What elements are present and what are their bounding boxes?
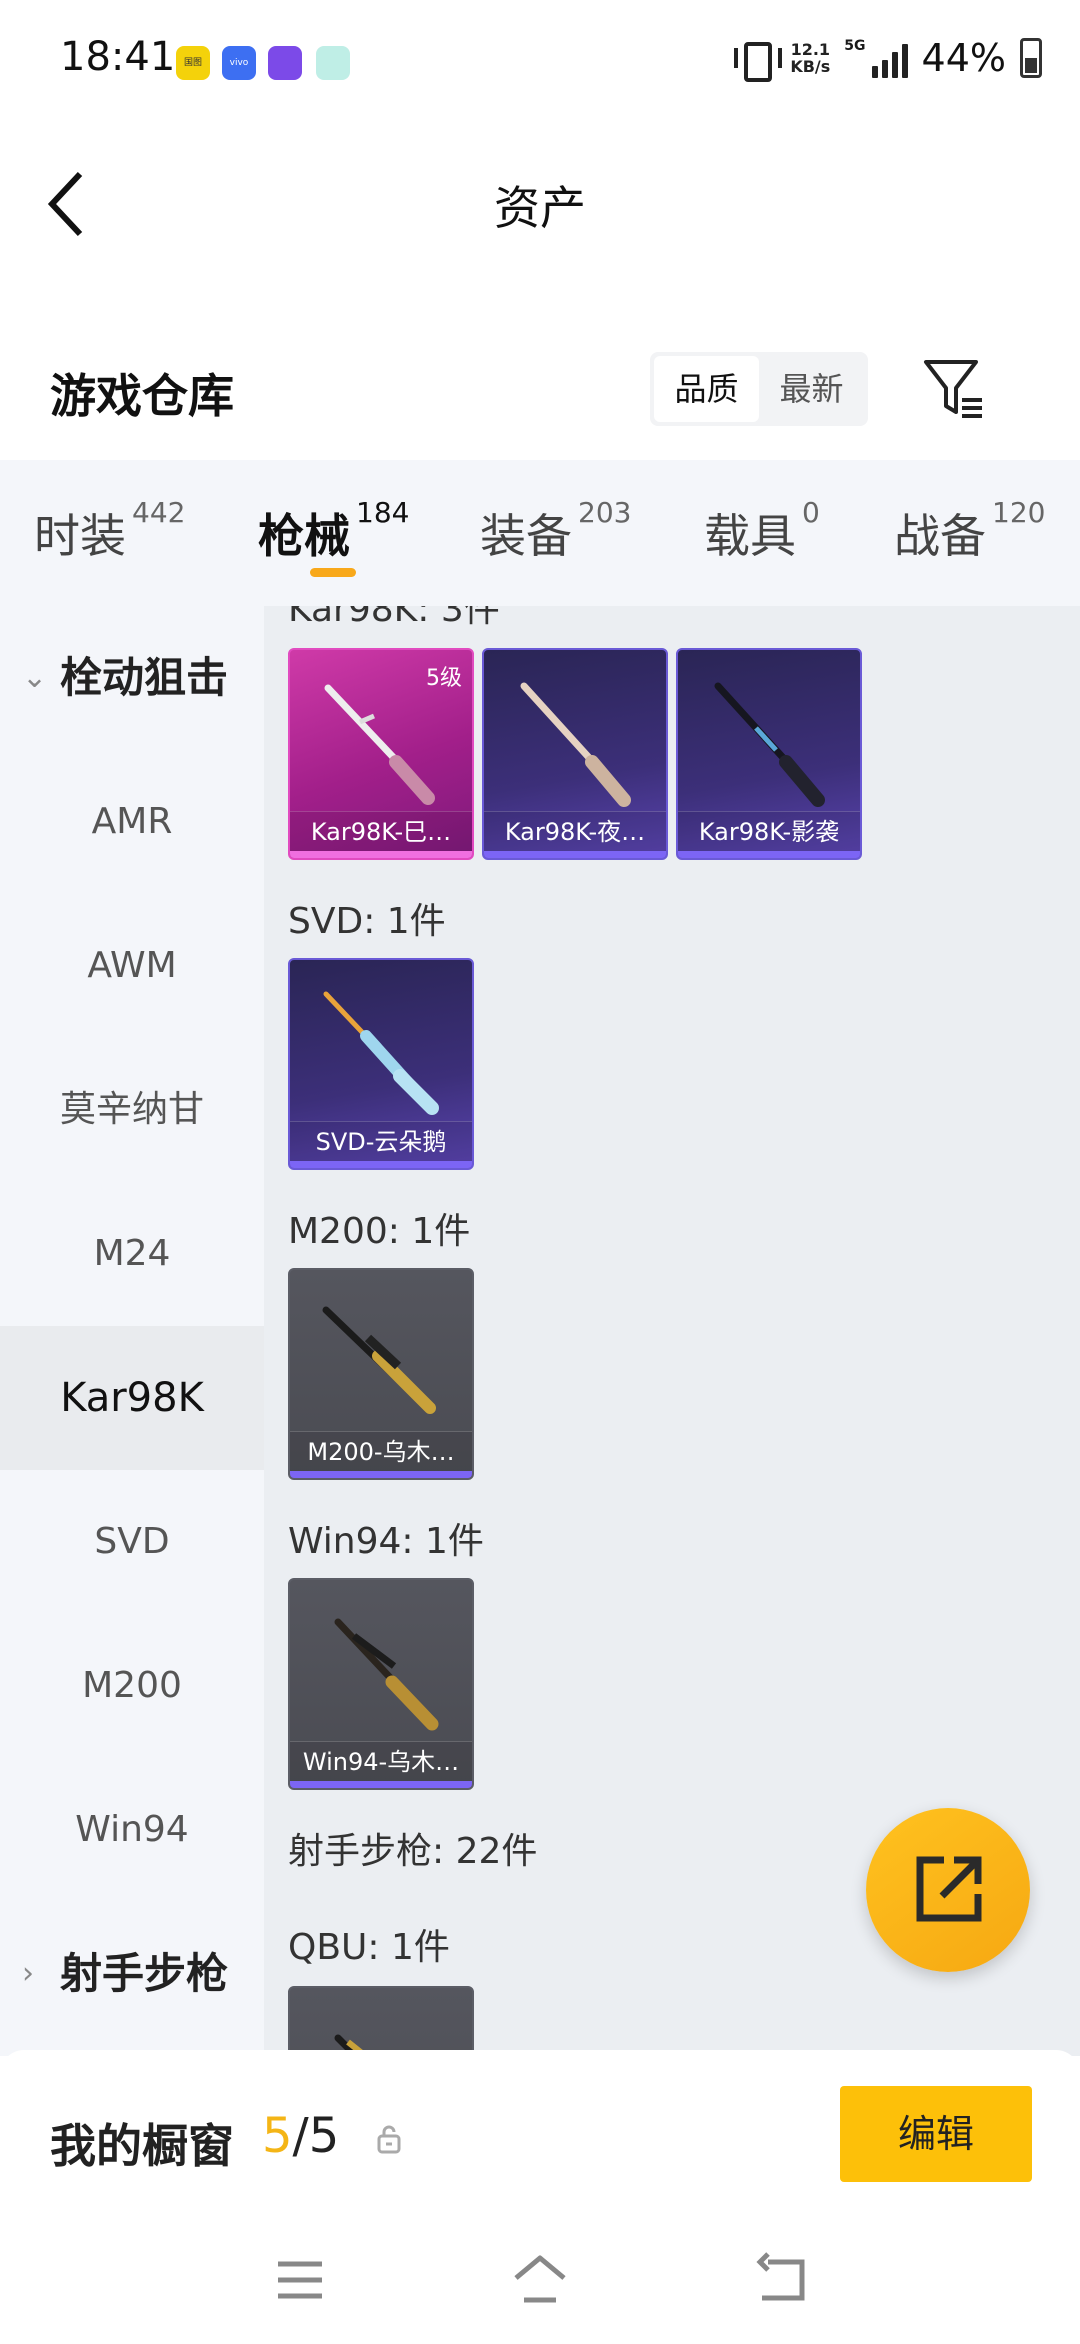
notification-app-icon — [268, 46, 302, 80]
tab-firearms[interactable]: 枪械 184 — [258, 496, 409, 566]
home-icon[interactable] — [510, 2250, 570, 2310]
weapon-name: SVD-云朵鹅 — [290, 1121, 472, 1161]
top-app-bar: 资产 — [0, 124, 1080, 274]
sidebar-item-awm[interactable]: AWM — [0, 894, 264, 1038]
section-label-svd: SVD: 1件 — [288, 901, 446, 942]
weapon-card[interactable]: 5级 Kar98K-巳… — [288, 648, 474, 860]
sort-toggle: 品质 最新 — [650, 352, 868, 426]
page-title: 资产 — [494, 181, 586, 235]
showcase-count: 5/5 — [262, 2108, 339, 2164]
showcase-bar: 我的橱窗 5/5 编辑 — [0, 2050, 1080, 2220]
weapon-card[interactable] — [288, 1986, 474, 2056]
warehouse-title: 游戏仓库 — [50, 369, 234, 423]
sidebar-item-m200[interactable]: M200 — [0, 1614, 264, 1758]
tab-equipment[interactable]: 装备 203 — [480, 496, 631, 566]
section-label-qbu: QBU: 1件 — [288, 1927, 450, 1968]
sidebar-item-svd[interactable]: SVD — [0, 1470, 264, 1614]
weapon-card[interactable]: Win94-乌木… — [288, 1578, 474, 1790]
tab-supplies[interactable]: 战备 120 — [894, 496, 1045, 566]
filter-button[interactable] — [922, 356, 986, 420]
showcase-total: /5 — [292, 2108, 340, 2164]
tab-label: 载具 — [704, 509, 796, 563]
tab-label: 枪械 — [258, 509, 350, 563]
network-type: 5G — [844, 38, 866, 54]
speed-value: 12.1 — [790, 40, 831, 59]
edit-button[interactable]: 编辑 — [840, 2086, 1032, 2182]
tab-count: 0 — [802, 496, 820, 529]
sidebar-group-label: 栓动狙击 — [60, 653, 229, 702]
showcase-current: 5 — [262, 2108, 293, 2164]
rifle-icon — [322, 1306, 436, 1414]
notification-app-icon: 国图 — [176, 46, 210, 80]
section-label-kar98k: Kar98K: 3件 — [288, 606, 500, 630]
tab-label: 战备 — [894, 509, 986, 563]
signal-icon: 5G — [844, 38, 908, 78]
tab-label: 时装 — [34, 509, 126, 563]
speed-unit: KB/s — [790, 57, 831, 76]
rifle-icon — [520, 682, 631, 807]
sidebar-item-win94[interactable]: Win94 — [0, 1758, 264, 1902]
sidebar-group-bolt-action[interactable]: ⌄ 栓动狙击 — [0, 606, 264, 750]
warehouse-bar: 游戏仓库 品质 最新 — [0, 330, 1080, 460]
sidebar-item-kar98k[interactable]: Kar98K — [0, 1326, 264, 1470]
chevron-right-icon: › — [22, 1956, 34, 1991]
showcase-title: 我的橱窗 — [50, 2119, 234, 2173]
rifle-icon — [714, 682, 825, 807]
tab-count: 184 — [356, 496, 410, 529]
sidebar-item-mosin[interactable]: 莫辛纳甘 — [0, 1038, 264, 1182]
vibrate-icon — [732, 38, 783, 82]
battery-icon — [1020, 38, 1042, 78]
lock-icon — [377, 2125, 401, 2154]
system-nav-bar — [0, 2220, 1080, 2344]
section-label-m200: M200: 1件 — [288, 1211, 471, 1252]
tab-count: 203 — [578, 496, 632, 529]
tab-count: 120 — [992, 496, 1046, 529]
weapon-card[interactable]: M200-乌木… — [288, 1268, 474, 1480]
category-tabs: 时装 442 枪械 184 装备 203 载具 0 战备 120 — [0, 460, 1080, 606]
share-fab-button[interactable] — [866, 1808, 1030, 1972]
tab-vehicles[interactable]: 载具 0 — [704, 496, 820, 566]
rifle-icon — [324, 684, 435, 805]
rifle-icon — [323, 991, 439, 1115]
menu-icon[interactable] — [270, 2250, 330, 2310]
weapon-card[interactable]: SVD-云朵鹅 — [288, 958, 474, 1170]
tab-outfits[interactable]: 时装 442 — [34, 496, 185, 566]
weapon-name: Win94-乌木… — [290, 1741, 472, 1781]
sort-newest-option[interactable]: 最新 — [759, 356, 864, 422]
rifle-icon — [334, 1618, 439, 1731]
active-tab-indicator — [310, 568, 356, 577]
section-label-win94: Win94: 1件 — [288, 1521, 484, 1562]
tab-label: 装备 — [480, 509, 572, 563]
filter-icon — [924, 360, 982, 418]
weapon-name: Kar98K-夜… — [484, 811, 666, 851]
sidebar-group-label: 射手步枪 — [60, 1949, 229, 1998]
status-bar: 18:41 国图 vivo 12.1 KB/s 5G 44% — [0, 0, 1080, 124]
weapon-name: M200-乌木… — [290, 1431, 472, 1471]
rifle-icon — [334, 2034, 370, 2056]
chevron-down-icon: ⌄ — [22, 660, 48, 695]
notification-vivo-icon: vivo — [222, 46, 256, 80]
section-label-marksman: 射手步枪: 22件 — [288, 1831, 538, 1872]
status-time: 18:41 — [60, 34, 176, 80]
weapon-name: Kar98K-影袭 — [678, 811, 860, 851]
network-speed: 12.1 KB/s — [790, 41, 830, 75]
sort-quality-option[interactable]: 品质 — [654, 356, 759, 422]
weapon-type-sidebar: ⌄ 栓动狙击 AMR AWM 莫辛纳甘 M24 Kar98K SVD M200 … — [0, 606, 264, 2056]
battery-percent: 44% — [921, 36, 1006, 80]
sidebar-item-m24[interactable]: M24 — [0, 1182, 264, 1326]
weapon-card[interactable]: Kar98K-影袭 — [676, 648, 862, 860]
status-indicators: 12.1 KB/s 5G 44% — [732, 36, 1042, 82]
weapon-name: Kar98K-巳… — [290, 811, 472, 851]
share-out-icon — [916, 1856, 982, 1922]
sidebar-item-amr[interactable]: AMR — [0, 750, 264, 894]
tab-count: 442 — [132, 496, 186, 529]
weapon-card[interactable]: Kar98K-夜… — [482, 648, 668, 860]
sidebar-group-marksman[interactable]: › 射手步枪 — [0, 1902, 264, 2046]
notification-app-icon — [316, 46, 350, 80]
back-nav-icon[interactable] — [752, 2250, 812, 2310]
